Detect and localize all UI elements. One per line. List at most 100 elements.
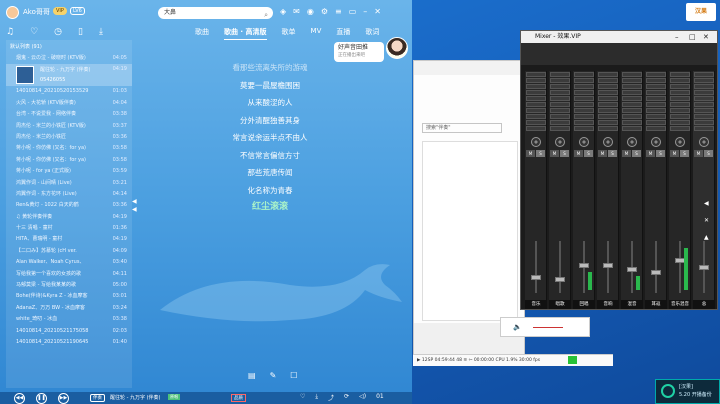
insert-slot[interactable] bbox=[693, 96, 714, 101]
playlist-item[interactable]: 蒋小呢 - for ya (正式版) 03:59 bbox=[6, 166, 132, 177]
quality-badge[interactable]: 品质 bbox=[231, 394, 246, 402]
playlist-item[interactable]: 周杰伦 - 米兰的小铁匠 (KTV版) 03:37 bbox=[6, 121, 132, 132]
insert-slot[interactable] bbox=[525, 102, 546, 107]
insert-slot[interactable] bbox=[549, 102, 570, 107]
insert-slot[interactable] bbox=[549, 78, 570, 83]
insert-slot[interactable] bbox=[621, 90, 642, 95]
insert-slot[interactable] bbox=[573, 114, 594, 119]
insert-slot[interactable] bbox=[525, 120, 546, 125]
fader-handle[interactable] bbox=[579, 262, 589, 268]
playlist-item[interactable]: ♫ 黄轮伴奏伴奏 04:19 bbox=[6, 212, 132, 223]
insert-slot[interactable] bbox=[549, 90, 570, 95]
next-button[interactable]: ▶▶ bbox=[58, 393, 69, 404]
pan-knob[interactable] bbox=[674, 137, 685, 147]
fader-handle[interactable] bbox=[531, 274, 541, 280]
insert-slot[interactable] bbox=[573, 90, 594, 95]
mute-button[interactable]: M bbox=[526, 150, 535, 157]
pan-knob[interactable] bbox=[578, 137, 589, 147]
insert-slot[interactable] bbox=[597, 90, 618, 95]
solo-button[interactable]: S bbox=[536, 150, 545, 157]
insert-slot[interactable] bbox=[693, 84, 714, 89]
channel-label[interactable]: 耳返 bbox=[645, 300, 667, 309]
insert-slot[interactable] bbox=[645, 78, 666, 83]
heart-icon[interactable]: ♡ bbox=[30, 27, 38, 37]
close-icon[interactable]: ✕ bbox=[703, 31, 709, 43]
insert-slot[interactable] bbox=[693, 120, 714, 125]
playlist-item[interactable]: 鸿翼作词 - 山间晴 (Live) 03:21 bbox=[6, 178, 132, 189]
insert-slot[interactable] bbox=[525, 96, 546, 101]
insert-slot[interactable] bbox=[549, 72, 570, 77]
solo-button[interactable]: S bbox=[560, 150, 569, 157]
user-name[interactable]: Ako哥哥 bbox=[23, 7, 50, 17]
playlist-item[interactable]: 烟鬼 - 云の泣 - 破晓时 (KTV版) 04:05 bbox=[6, 53, 132, 64]
insert-slot[interactable] bbox=[573, 102, 594, 107]
insert-slot[interactable] bbox=[669, 120, 690, 125]
insert-slot[interactable] bbox=[621, 96, 642, 101]
playlist-item[interactable]: HITA、曹瑞明 - 童村 04:19 bbox=[6, 234, 132, 245]
insert-slot[interactable] bbox=[549, 126, 570, 131]
fader-handle[interactable] bbox=[651, 269, 661, 275]
playlist-item[interactable]: Bohe(伴诗)&Kyra Z - 冰血摩客 03:01 bbox=[6, 291, 132, 302]
solo-button[interactable]: S bbox=[656, 150, 665, 157]
minimize-icon[interactable]: – bbox=[363, 6, 367, 18]
playlist-item[interactable]: 蒋小呢 - 你仿佛 (又名：for ya) 03:58 bbox=[6, 143, 132, 154]
pan-knob[interactable] bbox=[602, 137, 613, 147]
fader-track[interactable] bbox=[535, 241, 537, 293]
insert-slot[interactable] bbox=[669, 108, 690, 113]
mute-icon[interactable]: ✕ bbox=[704, 217, 718, 224]
previous-button[interactable]: ◀◀ bbox=[14, 393, 25, 404]
loop-icon[interactable]: ⟳ bbox=[344, 393, 349, 402]
pan-knob[interactable] bbox=[530, 137, 541, 147]
playlist-title[interactable]: 默认列表 (91) bbox=[6, 40, 132, 53]
insert-slot[interactable] bbox=[621, 126, 642, 131]
insert-slot[interactable] bbox=[645, 120, 666, 125]
channel-label[interactable]: 混音 bbox=[621, 300, 643, 309]
share-icon[interactable]: ⤴ bbox=[328, 393, 334, 402]
insert-slot[interactable] bbox=[669, 72, 690, 77]
insert-slot[interactable] bbox=[525, 72, 546, 77]
insert-slot[interactable] bbox=[645, 90, 666, 95]
mute-button[interactable]: M bbox=[694, 150, 703, 157]
pan-knob[interactable] bbox=[698, 137, 709, 147]
insert-slot[interactable] bbox=[549, 108, 570, 113]
playlist-item[interactable]: 蒋小呢 - 你仿佛 (又名：for ya) 03:58 bbox=[6, 155, 132, 166]
insert-slot[interactable] bbox=[669, 78, 690, 83]
menu-icon[interactable]: ≡ bbox=[335, 6, 342, 18]
insert-slot[interactable] bbox=[597, 102, 618, 107]
insert-slot[interactable] bbox=[573, 78, 594, 83]
insert-slot[interactable] bbox=[525, 90, 546, 95]
tray-popup[interactable]: [汉果] 5.20 开播备份 bbox=[655, 379, 720, 404]
mute-button[interactable]: M bbox=[670, 150, 679, 157]
insert-slot[interactable] bbox=[645, 84, 666, 89]
insert-slot[interactable] bbox=[573, 120, 594, 125]
insert-slot[interactable] bbox=[573, 84, 594, 89]
insert-slot[interactable] bbox=[525, 114, 546, 119]
insert-slot[interactable] bbox=[525, 126, 546, 131]
playlist-item[interactable]: Ren&黄灯 - 1022 白天的鹤 03:36 bbox=[6, 200, 132, 211]
insert-slot[interactable] bbox=[669, 102, 690, 107]
fader-track[interactable] bbox=[679, 241, 681, 293]
play-mode-badge[interactable]: 伴奏 bbox=[90, 394, 105, 402]
fader-handle[interactable] bbox=[555, 277, 565, 282]
playlist-item[interactable]: AdanaZ、万万 BW - 冰血摩客 03:24 bbox=[6, 303, 132, 314]
insert-slot[interactable] bbox=[573, 126, 594, 131]
volume-icon[interactable]: ◁) bbox=[359, 393, 366, 402]
mute-button[interactable]: M bbox=[550, 150, 559, 157]
insert-slot[interactable] bbox=[693, 126, 714, 131]
insert-slot[interactable] bbox=[621, 120, 642, 125]
insert-slot[interactable] bbox=[693, 72, 714, 77]
insert-slot[interactable] bbox=[525, 108, 546, 113]
lyric-edit-icon[interactable]: ▤ bbox=[248, 371, 256, 380]
playlist-item[interactable]: Alan Walker、Noah Cyrus、 03:40 bbox=[6, 257, 132, 268]
insert-slot[interactable] bbox=[597, 78, 618, 83]
insert-slot[interactable] bbox=[645, 126, 666, 131]
insert-slot[interactable] bbox=[645, 114, 666, 119]
volume-icon[interactable]: ◀ bbox=[704, 200, 718, 207]
pen-icon[interactable]: ✎ bbox=[270, 371, 277, 380]
insert-slot[interactable] bbox=[573, 72, 594, 77]
fader-track[interactable] bbox=[559, 241, 561, 293]
streamer-avatar[interactable] bbox=[386, 37, 408, 59]
insert-slot[interactable] bbox=[597, 84, 618, 89]
insert-slot[interactable] bbox=[669, 84, 690, 89]
tab-3[interactable]: MV bbox=[311, 27, 322, 40]
